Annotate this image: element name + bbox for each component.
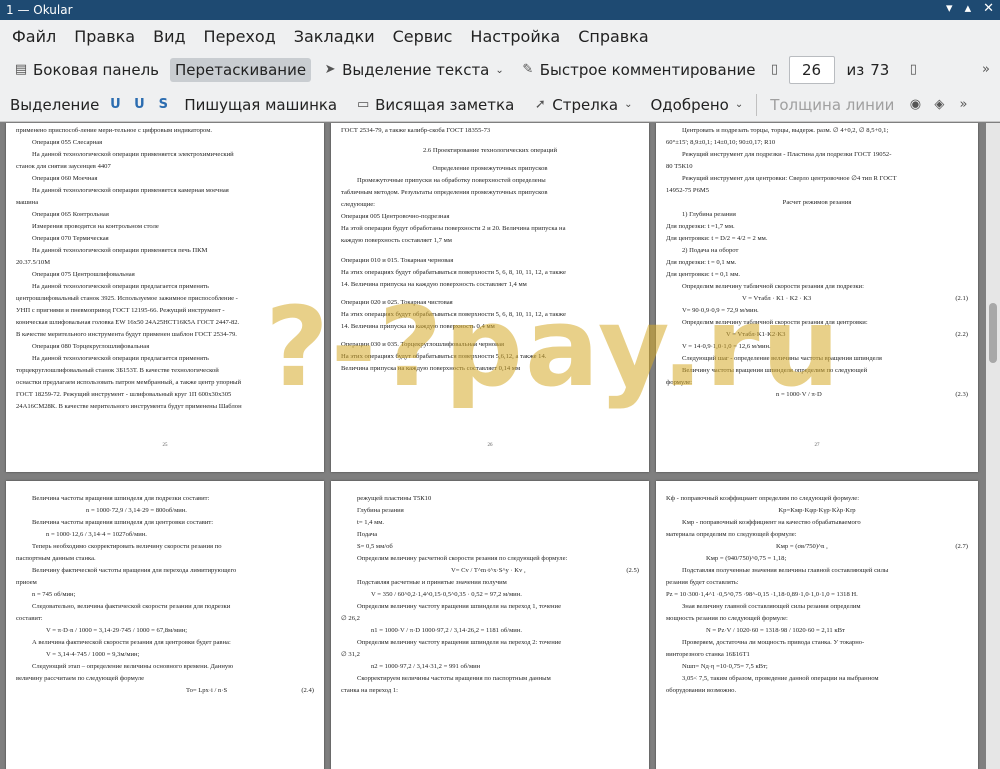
equation-2-5: V= Cv / T^m·t^x·S^y · Kv , (2.5) — [451, 567, 639, 574]
overflow-icon[interactable]: » — [955, 97, 971, 113]
document-page-30: Kф - поправочный коэффициант определим п… — [656, 481, 978, 769]
annotation-toolbar: Выделение U U S Пишущая машинка ▭ Висяща… — [0, 88, 1000, 122]
pen-icon: ✎ — [522, 62, 534, 77]
sidebar-icon: ▤ — [14, 62, 28, 77]
stamp-button[interactable]: Одобрено ⌄ — [645, 93, 748, 117]
underline-squiggle-icon[interactable]: U — [131, 97, 147, 113]
note-icon: ▭ — [356, 96, 370, 112]
document-page-29: режущей пластины Т5К10 Глубина резания t… — [331, 481, 649, 769]
menu-bar: Файл Правка Вид Переход Закладки Сервис … — [0, 20, 1000, 52]
menu-tools[interactable]: Сервис — [393, 27, 453, 46]
window-buttons: ▾ ▴ ✕ — [946, 1, 994, 16]
typewriter-button[interactable]: Пишущая машинка — [179, 93, 342, 117]
scrollbar-thumb[interactable] — [989, 303, 997, 363]
drag-mode-button[interactable]: Перетаскивание — [170, 58, 312, 82]
close-icon[interactable]: ✕ — [983, 1, 994, 16]
document-page-26: ГОСТ 2534-79, а также калибр-скоба ГОСТ … — [331, 123, 649, 472]
page-number: 27 — [814, 443, 820, 448]
arrow-icon: ➚ — [534, 96, 546, 112]
document-page-28: Величина частоты вращения шпинделя для п… — [6, 481, 324, 769]
minimize-icon[interactable]: ▾ — [946, 1, 953, 16]
select-label[interactable]: Выделение — [10, 96, 99, 114]
chevron-down-icon[interactable]: ⌄ — [495, 65, 503, 76]
menu-go[interactable]: Переход — [204, 27, 276, 46]
next-page-icon[interactable]: ▯ — [905, 62, 921, 78]
menu-view[interactable]: Вид — [153, 27, 185, 46]
equation-2-7: Kмр = (σв/750)^n , (2.7) — [776, 543, 968, 550]
arrow-button[interactable]: ➚ Стрелка ⌄ — [527, 93, 637, 117]
document-viewport[interactable]: применено приспособ-ление мери-тельное с… — [0, 123, 1000, 769]
line-width-button[interactable]: Толщина линии — [765, 93, 899, 117]
strikeout-icon[interactable]: S — [155, 97, 171, 113]
window-titlebar: 1 — Okular ▾ ▴ ✕ — [0, 0, 1000, 20]
document-page-27: Центровать и подрезать торцы, торцы, выд… — [656, 123, 978, 472]
main-toolbar: ▤ Боковая панель Перетаскивание ➤ Выделе… — [0, 52, 1000, 88]
total-pages: 73 — [870, 61, 890, 79]
page-number-input[interactable]: 26 — [788, 56, 835, 84]
window-title: 1 — Okular — [6, 3, 73, 17]
underline-icon[interactable]: U — [107, 97, 123, 113]
maximize-icon[interactable]: ▴ — [965, 1, 972, 16]
equation-2-2: V = Vтабл·K1·K2·K3 (2.2) — [726, 331, 968, 338]
menu-file[interactable]: Файл — [12, 27, 56, 46]
vertical-scrollbar[interactable] — [986, 123, 1000, 769]
fill-icon[interactable]: ◈ — [931, 97, 947, 113]
toolbar-separator — [756, 93, 758, 116]
menu-help[interactable]: Справка — [578, 27, 649, 46]
text-select-button[interactable]: ➤ Выделение текста ⌄ — [317, 58, 509, 82]
overflow-icon[interactable]: » — [978, 62, 994, 78]
menu-bookmarks[interactable]: Закладки — [294, 27, 375, 46]
menu-settings[interactable]: Настройка — [470, 27, 560, 46]
previous-page-icon[interactable]: ▯ — [767, 62, 783, 78]
sidebar-button[interactable]: ▤ Боковая панель — [8, 58, 164, 82]
sticky-note-button[interactable]: ▭ Висящая заметка — [350, 93, 519, 117]
chevron-down-icon[interactable]: ⌄ — [735, 99, 743, 110]
equation-2-1: V = Vтабл · K1 · K2 · K3 (2.1) — [742, 295, 968, 302]
equation-2-4: To= Lpx·i / n·S (2.4) — [186, 687, 314, 694]
document-page-25: применено приспособ-ление мери-тельное с… — [6, 123, 324, 472]
quick-comment-button[interactable]: ✎ Быстрое комментирование — [515, 58, 761, 82]
page-of-label: из — [846, 61, 865, 79]
chevron-down-icon[interactable]: ⌄ — [624, 99, 632, 110]
color-icon[interactable]: ◉ — [907, 97, 923, 113]
menu-edit[interactable]: Правка — [74, 27, 135, 46]
equation-2-3: n = 1000·V / π·D (2.3) — [776, 391, 968, 398]
page-number: 26 — [487, 443, 493, 448]
cursor-icon: ➤ — [324, 62, 336, 77]
page-number: 25 — [162, 443, 168, 448]
